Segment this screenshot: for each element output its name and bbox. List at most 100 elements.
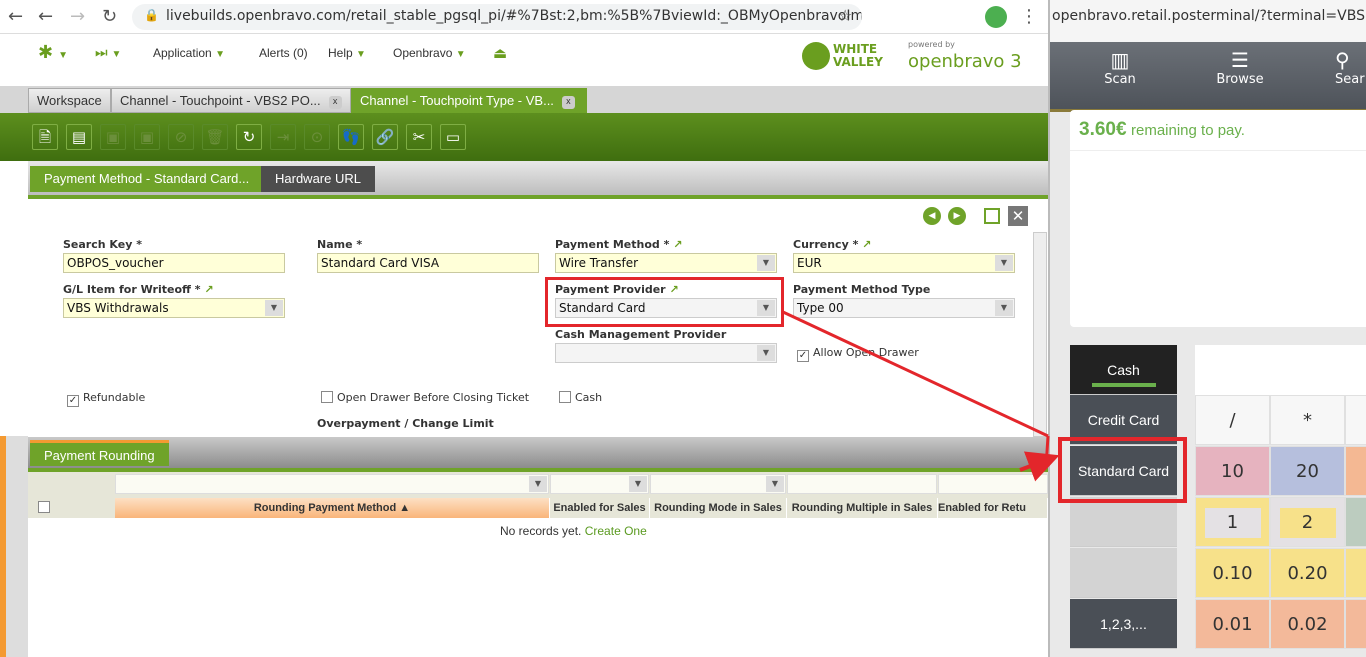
recent-icon[interactable]: ⏭ ▼ bbox=[95, 44, 121, 61]
pos-terminal-window: openbravo.retail.posterminal/?terminal=V… bbox=[1048, 0, 1366, 657]
key-0-10[interactable]: 0.10 bbox=[1195, 548, 1270, 598]
selected-indicator bbox=[1092, 383, 1156, 387]
delete-icon[interactable]: 🗑 bbox=[202, 124, 228, 150]
key[interactable] bbox=[1345, 446, 1366, 496]
layout-icon[interactable]: ▭ bbox=[440, 124, 466, 150]
audit-trail-icon[interactable]: 👣 bbox=[338, 124, 364, 150]
browse-button[interactable]: ☰ Browse bbox=[1210, 48, 1270, 87]
search-key-input[interactable]: OBPOS_voucher bbox=[63, 253, 285, 273]
address-bar[interactable]: 🔒 livebuilds.openbravo.com/retail_stable_… bbox=[132, 4, 862, 30]
key-20[interactable]: 20 bbox=[1270, 446, 1345, 496]
open-drawer-before-closing-checkbox[interactable]: Open Drawer Before Closing Ticket bbox=[321, 391, 529, 404]
payment-method-cash[interactable]: Cash bbox=[1070, 345, 1177, 395]
name-input[interactable]: Standard Card VISA bbox=[317, 253, 539, 273]
back-icon[interactable]: ← bbox=[38, 6, 53, 27]
filter-input[interactable] bbox=[938, 474, 1048, 494]
quick-launch-icon[interactable]: ✱ ▼ bbox=[38, 42, 68, 63]
link-icon[interactable]: 🔗 bbox=[372, 124, 398, 150]
key[interactable] bbox=[1345, 497, 1366, 547]
refresh-icon[interactable]: ↻ bbox=[236, 124, 262, 150]
column-rounding-mode[interactable]: Rounding Mode in Sales bbox=[650, 498, 787, 518]
openbravo-menu[interactable]: Openbravo ▼ bbox=[393, 46, 466, 60]
close-icon[interactable]: x bbox=[561, 96, 575, 109]
checkbox[interactable]: ✓ bbox=[67, 395, 79, 407]
white-valley-text: WHITE VALLEY bbox=[833, 42, 883, 69]
chevron-down-icon: ▼ bbox=[757, 255, 775, 271]
payment-method-empty[interactable] bbox=[1070, 548, 1177, 598]
payment-method-type-select[interactable]: Type 00 ▼ bbox=[793, 298, 1015, 318]
alerts-menu[interactable]: Alerts (0) bbox=[259, 46, 308, 60]
create-one-link[interactable]: Create One bbox=[585, 524, 647, 538]
attach-icon[interactable]: ⊙ bbox=[304, 124, 330, 150]
previous-icon[interactable]: ◀ bbox=[923, 207, 941, 225]
close-form-icon[interactable]: ✕ bbox=[1008, 206, 1028, 226]
star-icon[interactable]: ☆ bbox=[838, 6, 852, 25]
scan-button[interactable]: ▥ Scan bbox=[1090, 48, 1150, 87]
cash-checkbox[interactable]: Cash bbox=[559, 391, 602, 404]
column-rounding-multiple[interactable]: Rounding Multiple in Sales bbox=[787, 498, 938, 518]
key[interactable] bbox=[1345, 395, 1366, 445]
key-2[interactable]: 2 bbox=[1270, 497, 1345, 547]
currency-select[interactable]: EUR ▼ bbox=[793, 253, 1015, 273]
cash-management-provider-select[interactable]: ▼ bbox=[555, 343, 777, 363]
filter-input[interactable]: ▼ bbox=[550, 474, 649, 494]
gl-item-select[interactable]: VBS Withdrawals ▼ bbox=[63, 298, 285, 318]
new-document-icon[interactable]: 🗎 bbox=[32, 124, 58, 150]
new-row-icon[interactable]: ▤ bbox=[66, 124, 92, 150]
chevron-down-icon: ▼ bbox=[995, 300, 1013, 316]
cancel-icon[interactable]: ⊘ bbox=[168, 124, 194, 150]
column-enabled-for-returns[interactable]: Enabled for Retu bbox=[938, 498, 1048, 518]
checkbox[interactable] bbox=[321, 391, 333, 403]
scrollbar[interactable] bbox=[1033, 232, 1047, 437]
maximize-icon[interactable] bbox=[984, 208, 1000, 224]
payment-method-select[interactable]: Wire Transfer ▼ bbox=[555, 253, 777, 273]
search-button[interactable]: ⚲ Sear bbox=[1335, 48, 1366, 87]
chevron-down-icon: ▼ bbox=[766, 476, 784, 492]
checkbox[interactable]: ✓ bbox=[797, 350, 809, 362]
save-close-icon[interactable]: ▣ bbox=[134, 124, 160, 150]
tab-channel-touchpoint[interactable]: Channel - Touchpoint - VBS2 PO... x bbox=[111, 88, 351, 113]
allow-open-drawer-checkbox[interactable]: ✓ Allow Open Drawer bbox=[797, 346, 919, 362]
key-0-02[interactable]: 0.02 bbox=[1270, 599, 1345, 649]
payment-method-empty[interactable] bbox=[1070, 497, 1177, 547]
key-0-20[interactable]: 0.20 bbox=[1270, 548, 1345, 598]
subtab-hardware-url[interactable]: Hardware URL bbox=[261, 166, 375, 192]
filter-input[interactable] bbox=[787, 474, 937, 494]
checkbox[interactable] bbox=[559, 391, 571, 403]
key-divide[interactable]: / bbox=[1195, 395, 1270, 445]
key-multiply[interactable]: * bbox=[1270, 395, 1345, 445]
menu-icon[interactable]: ⋮ bbox=[1020, 6, 1038, 27]
key[interactable] bbox=[1345, 548, 1366, 598]
key-0-01[interactable]: 0.01 bbox=[1195, 599, 1270, 649]
export-icon[interactable]: ⇥ bbox=[270, 124, 296, 150]
key-1[interactable]: 1 bbox=[1195, 497, 1270, 547]
select-all-checkbox[interactable] bbox=[38, 501, 50, 513]
tools-icon[interactable]: ✂ bbox=[406, 124, 432, 150]
column-enabled-for-sales[interactable]: Enabled for Sales bbox=[550, 498, 650, 518]
subtab-payment-method[interactable]: Payment Method - Standard Card... bbox=[30, 166, 264, 192]
key-10[interactable]: 10 bbox=[1195, 446, 1270, 496]
key[interactable] bbox=[1345, 599, 1366, 649]
logout-icon[interactable]: ⏏ bbox=[493, 44, 507, 62]
help-menu[interactable]: Help ▼ bbox=[328, 46, 366, 60]
background-window-edge bbox=[0, 436, 28, 657]
filter-input[interactable]: ▼ bbox=[115, 474, 549, 494]
payment-method-more[interactable]: 1,2,3,... bbox=[1070, 599, 1177, 649]
application-menu[interactable]: Application ▼ bbox=[153, 46, 225, 60]
filter-input[interactable]: ▼ bbox=[650, 474, 786, 494]
forward-icon[interactable]: → bbox=[70, 6, 85, 27]
tab-touchpoint-type[interactable]: Channel - Touchpoint Type - VB... x bbox=[351, 88, 587, 113]
save-icon[interactable]: ▣ bbox=[100, 124, 126, 150]
next-icon[interactable]: ▶ bbox=[948, 207, 966, 225]
pos-address-bar[interactable]: openbravo.retail.posterminal/?terminal=V… bbox=[1050, 0, 1366, 42]
column-rounding-payment-method[interactable]: Rounding Payment Method ▲ bbox=[115, 498, 550, 518]
tab-workspace[interactable]: Workspace bbox=[28, 88, 111, 113]
close-icon[interactable]: x bbox=[328, 96, 342, 109]
payment-panel: 3.60€ remaining to pay. bbox=[1070, 110, 1366, 327]
extension-icon[interactable] bbox=[985, 6, 1007, 28]
back-icon[interactable]: ← bbox=[8, 6, 23, 27]
tab-payment-rounding[interactable]: Payment Rounding bbox=[30, 440, 169, 466]
chevron-down-icon: ▼ bbox=[265, 300, 283, 316]
refundable-checkbox[interactable]: ✓ Refundable bbox=[67, 391, 145, 407]
reload-icon[interactable]: ↻ bbox=[102, 6, 117, 27]
